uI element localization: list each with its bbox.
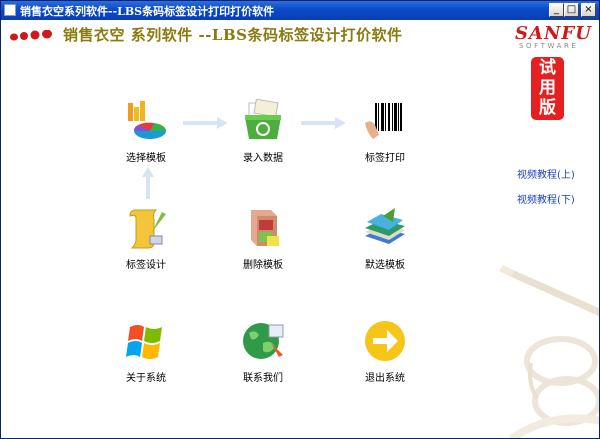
video-tutorial-part1-link[interactable]: 视频教程(上) — [517, 166, 575, 181]
contact-us-label: 联系我们 — [243, 373, 283, 384]
minimize-button[interactable]: _ — [549, 3, 564, 17]
exit-system-button[interactable]: 退出系统 — [338, 319, 428, 389]
title-bar[interactable]: 销售衣空系列软件--LBS条码标签设计打印打价软件 _ □ × — [1, 1, 599, 20]
enter-data-button[interactable]: 录入数据 — [216, 99, 306, 169]
app-icon — [4, 4, 16, 16]
select-template-button[interactable]: 选择模板 — [99, 99, 189, 169]
window-title: 销售衣空系列软件--LBS条码标签设计打印打价软件 — [20, 5, 275, 18]
recycle-bin-icon — [245, 99, 281, 139]
trial-char-1: 试 — [539, 58, 556, 78]
default-template-button[interactable]: 默选模板 — [338, 206, 428, 276]
trial-badge: 试 用 版 — [531, 57, 564, 120]
windows-logo-icon — [126, 325, 162, 359]
contact-us-button[interactable]: 联系我们 — [216, 319, 306, 389]
video-tutorial-part2-link[interactable]: 视频教程(下) — [517, 191, 575, 206]
design-labels-label: 标签设计 — [126, 260, 166, 271]
about-system-label: 关于系统 — [126, 373, 166, 384]
brand-dots-icon — [10, 30, 52, 41]
exit-system-label: 退出系统 — [365, 373, 405, 384]
default-template-label: 默选模板 — [365, 260, 405, 271]
header-banner: 销售衣空 系列软件 --LBS条码标签设计打价软件 — [1, 20, 599, 50]
trial-char-3: 版 — [539, 98, 556, 118]
app-heading: 销售衣空 系列软件 --LBS条码标签设计打价软件 — [63, 26, 403, 44]
exit-arrow-icon — [365, 321, 405, 361]
logo-brand: SANFU — [515, 23, 592, 44]
select-template-label: 选择模板 — [126, 153, 166, 164]
main-window: 销售衣空系列软件--LBS条码标签设计打印打价软件 _ □ × 销售衣空 系列软… — [0, 0, 600, 439]
pen-glasses-decoration-icon — [499, 265, 599, 438]
sanfu-logo: SANFU SOFTWARE — [511, 23, 591, 55]
globe-icon — [243, 323, 284, 359]
barcode-icon — [365, 101, 403, 139]
books-icon — [365, 208, 405, 244]
maximize-button[interactable]: □ — [564, 3, 579, 17]
trial-char-2: 用 — [539, 78, 556, 98]
delete-template-label: 删除模板 — [243, 260, 283, 271]
enter-data-label: 录入数据 — [243, 153, 283, 164]
print-labels-button[interactable]: 标签打印 — [338, 99, 428, 169]
logo-sub: SOFTWARE — [519, 42, 579, 50]
delete-template-button[interactable]: 删除模板 — [216, 206, 306, 276]
about-system-button[interactable]: 关于系统 — [99, 319, 189, 389]
design-labels-button[interactable]: 标签设计 — [99, 206, 189, 276]
arrow-up-icon — [142, 167, 154, 199]
file-cabinet-icon — [251, 210, 279, 246]
scroll-quill-icon — [129, 209, 166, 249]
pie-chart-icon — [128, 101, 167, 139]
print-labels-label: 标签打印 — [365, 153, 405, 164]
close-button[interactable]: × — [581, 3, 596, 17]
